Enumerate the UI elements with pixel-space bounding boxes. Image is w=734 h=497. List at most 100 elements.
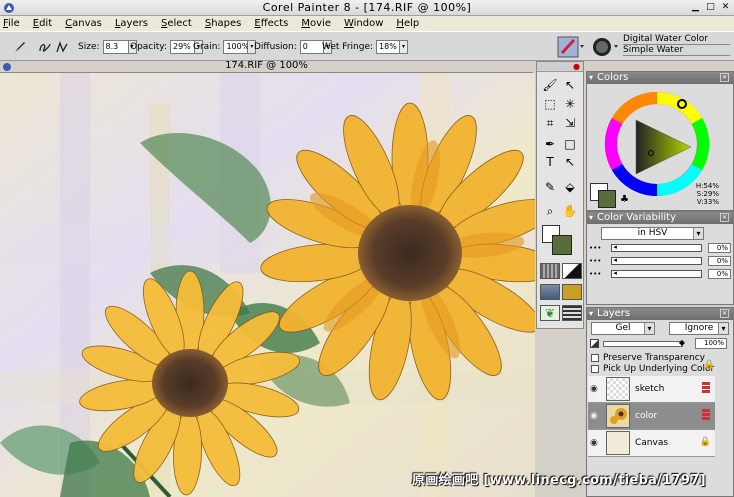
saturation-variability-slider[interactable]: ◂: [611, 256, 702, 265]
layer-name: color: [635, 411, 658, 421]
menu-canvas[interactable]: Canvas: [65, 18, 102, 29]
brush-category-icon[interactable]: [556, 35, 586, 59]
layer-opacity-slider[interactable]: ◆: [603, 338, 685, 347]
menu-window[interactable]: Window: [344, 18, 383, 29]
value-variability-slider[interactable]: ◂: [611, 269, 702, 278]
opacity-icon: [590, 339, 599, 348]
layer-name: Canvas: [635, 438, 669, 448]
layers-panel-header[interactable]: Layers ✕: [587, 308, 733, 320]
menu-bar: File Edit Canvas Layers Select Shapes Ef…: [0, 16, 734, 31]
menu-select[interactable]: Select: [161, 18, 192, 29]
menu-file[interactable]: File: [3, 18, 20, 29]
grabber-icon[interactable]: ✋: [561, 202, 579, 220]
colors-panel-close-icon[interactable]: ✕: [720, 73, 729, 82]
layer-row-canvas[interactable]: ◉ Canvas 🔒: [588, 430, 715, 457]
saturation-variability-value[interactable]: 0%: [707, 256, 731, 266]
lock-icon[interactable]: 🔒: [704, 360, 715, 370]
eye-icon[interactable]: ◉: [590, 384, 598, 394]
eye-icon[interactable]: ◉: [590, 438, 598, 448]
brush-selector[interactable]: Digital Water Color Simple Water: [623, 34, 730, 56]
pick-up-underlying-label: Pick Up Underlying Color: [603, 364, 715, 374]
menu-movie[interactable]: Movie: [301, 18, 331, 29]
nozzle-selector-icon[interactable]: ❦: [540, 305, 560, 321]
color-variability-close-icon[interactable]: ✕: [720, 213, 729, 222]
menu-help[interactable]: Help: [396, 18, 419, 29]
layers-panel-title: Layers: [597, 308, 631, 319]
gradient-selector-icon[interactable]: [562, 263, 582, 279]
close-icon[interactable]: ✕: [719, 1, 732, 14]
eye-icon[interactable]: ◉: [590, 411, 598, 421]
pattern-selector-icon[interactable]: [540, 284, 560, 300]
menu-layers[interactable]: Layers: [115, 18, 148, 29]
pen-icon[interactable]: ✒: [541, 135, 559, 153]
maximize-icon[interactable]: □: [704, 1, 717, 14]
brush-tool-icon[interactable]: [14, 41, 26, 53]
text-icon[interactable]: T: [541, 153, 559, 171]
grain-label: Grain:: [193, 42, 221, 52]
painting-canvas[interactable]: [0, 73, 535, 497]
size-label: Size:: [78, 42, 100, 52]
composite-method-dropdown[interactable]: Gel: [591, 322, 655, 335]
rectangle-shape-icon[interactable]: □: [561, 135, 579, 153]
menu-edit[interactable]: Edit: [33, 18, 52, 29]
hue-variability-slider[interactable]: ◂: [611, 243, 702, 252]
value-variability-value[interactable]: 0%: [707, 269, 731, 279]
layer-row-color[interactable]: ◉ color: [588, 403, 715, 430]
color-variability-header[interactable]: Color Variability ✕: [587, 212, 733, 224]
color-wheel[interactable]: [603, 90, 711, 198]
paint-bucket-icon[interactable]: ⬙: [561, 178, 579, 196]
hue-readout: H:54%: [695, 182, 719, 190]
colors-main-swatch[interactable]: [598, 190, 616, 208]
dropper-icon[interactable]: ✎: [541, 178, 559, 196]
main-color-swatch[interactable]: [552, 235, 572, 255]
wet-fringe-stepper[interactable]: ▾: [400, 40, 409, 54]
brush-variant-name: Simple Water: [623, 45, 730, 56]
brush-icon[interactable]: 🖌: [541, 76, 559, 94]
layer-thumbnail: [606, 431, 630, 455]
stroke-freehand-icon[interactable]: [38, 40, 52, 54]
layer-type-icon: [702, 382, 710, 393]
value-readout: V:33%: [696, 198, 719, 206]
paper-selector-icon[interactable]: [540, 263, 560, 279]
colors-panel-header[interactable]: Colors ✕: [587, 72, 733, 84]
wet-fringe-field[interactable]: 18%: [376, 40, 401, 54]
layer-adjuster-icon[interactable]: ↖: [561, 76, 579, 94]
menu-shapes[interactable]: Shapes: [205, 18, 242, 29]
layer-thumbnail: [606, 377, 630, 401]
menu-effects[interactable]: Effects: [254, 18, 288, 29]
composite-depth-dropdown[interactable]: Ignore: [669, 322, 729, 335]
layer-name: sketch: [635, 384, 665, 394]
diffusion-field[interactable]: 0: [299, 40, 324, 54]
weave-selector-icon[interactable]: [562, 284, 582, 300]
variability-mode-dropdown[interactable]: in HSV: [601, 227, 704, 240]
opacity-label: Opacity:: [130, 42, 167, 52]
canvas-lock-icon: 🔒: [699, 437, 711, 447]
hue-variability-value[interactable]: 0%: [707, 243, 731, 253]
minimize-icon[interactable]: ▁: [689, 1, 702, 14]
layer-opacity-value[interactable]: 100%: [695, 338, 727, 349]
preserve-transparency-checkbox[interactable]: Preserve Transparency: [591, 353, 705, 363]
opacity-field[interactable]: 29%: [170, 40, 195, 54]
brush-variant-icon[interactable]: [590, 35, 620, 59]
stroke-straight-icon[interactable]: [55, 40, 69, 54]
shape-selection-icon[interactable]: ↖: [561, 153, 579, 171]
look-selector-icon[interactable]: [562, 305, 582, 321]
grain-field[interactable]: 100%: [223, 40, 249, 54]
magic-wand-icon[interactable]: ✳: [561, 95, 579, 113]
toolbox-close-icon[interactable]: ●: [573, 62, 580, 71]
sunflower-painting: [0, 73, 535, 497]
layer-thumbnail: [606, 404, 630, 428]
pick-up-underlying-checkbox[interactable]: Pick Up Underlying Color: [591, 364, 714, 374]
toolbox: ● 🖌 ↖ ⬚ ✳ ⌗ ⇲ ✒ □ T ↖ ✎ ⬙ ⌕ ✋ ❦: [536, 61, 584, 329]
colors-panel: Colors ✕ ♣ H:54% S:29% V:33%: [586, 71, 734, 211]
rect-select-icon[interactable]: ⬚: [541, 95, 559, 113]
crop-icon[interactable]: ⌗: [541, 114, 559, 132]
magnifier-icon[interactable]: ⌕: [541, 202, 559, 220]
clone-color-icon[interactable]: ♣: [620, 194, 629, 205]
size-field[interactable]: 8.3: [102, 40, 129, 54]
layer-row-sketch[interactable]: ◉ sketch: [588, 376, 715, 403]
layers-panel-close-icon[interactable]: ✕: [720, 309, 729, 318]
saturation-readout: S:29%: [696, 190, 719, 198]
selection-adjuster-icon[interactable]: ⇲: [561, 114, 579, 132]
document-title: 174.RIF @ 100%: [225, 60, 308, 71]
